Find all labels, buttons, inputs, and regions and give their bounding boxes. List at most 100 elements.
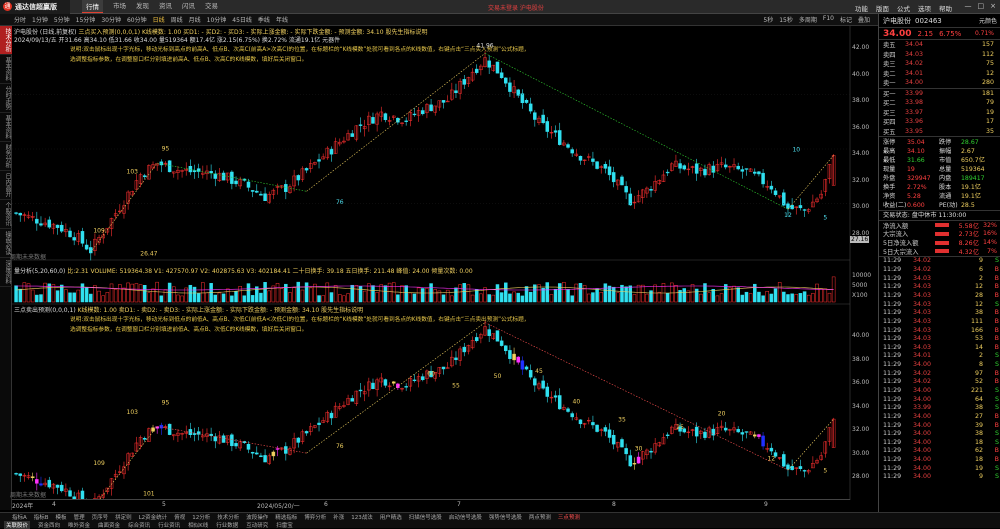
candle-body [246,181,251,188]
stat-label: 最低 [883,157,896,164]
chart-tool-3[interactable]: F10 [823,15,834,24]
bottom-tab-18[interactable]: 强势信号选股 [489,513,522,521]
candle-body [358,389,363,392]
order-row[interactable]: 卖三 34.02 75 [879,59,1000,69]
timeframe-4[interactable]: 30分钟 [101,15,121,24]
bottom-tab-7[interactable]: 俯视 [174,513,185,521]
bottom-tab-19[interactable]: 两点预测 [529,513,551,521]
candle-body [317,422,321,425]
menu-item-discover[interactable]: 发现 [136,0,149,13]
timeframe-11[interactable]: 季线 [258,15,270,24]
minimize-icon[interactable]: — [965,2,972,10]
volume-bar [574,283,579,303]
volume-bar [524,286,529,303]
left-tab-1[interactable]: 基本资料 [0,55,12,84]
bottom-tab-14[interactable]: 123战法 [351,513,373,521]
close-icon[interactable]: × [990,2,996,10]
timeframe-0[interactable]: 分时 [14,15,26,24]
menu-item-market[interactable]: 市场 [113,0,126,13]
left-tab-2[interactable]: 分时走势 [0,84,12,113]
menu-function[interactable]: 功能 [855,3,868,13]
volume-bar [176,294,180,303]
chart-tool-1[interactable]: 15秒 [779,15,793,24]
maximize-icon[interactable]: □ [978,2,985,10]
menu-item-news[interactable]: 资讯 [159,0,172,13]
timeframe-6[interactable]: 日线 [153,15,165,24]
bottom-tab-3[interactable]: 管理 [74,513,85,521]
volume-bar [371,285,375,303]
timeframe-8[interactable]: 月线 [189,15,201,24]
timeframe-7[interactable]: 周线 [171,15,183,24]
bottom-tab-0[interactable]: 指标A [12,513,27,521]
bottom-tab-13[interactable]: 补涨 [333,513,344,521]
chart-tool-4[interactable]: 标记 [840,15,852,24]
bottom-tab-5[interactable]: 拼定则 [115,513,132,521]
menu-formula[interactable]: 公式 [897,3,910,13]
left-tab-3[interactable]: 基本资料 [0,113,12,142]
order-row[interactable]: 卖五 34.04 157 [879,40,1000,50]
menu-layout[interactable]: 版面 [876,3,889,13]
lower-indicator-line[interactable]: K线模数: 1.00 卖D1: - 卖D2: - 卖D3: - 实际上涨金额: … [78,307,363,314]
menu-options[interactable]: 选项 [918,3,931,13]
candle-body [520,360,525,370]
tick-volume: 221 [970,386,983,394]
bottom-tab-12[interactable]: 博弈分析 [304,513,326,521]
order-row[interactable]: 买一 33.99 181 [879,89,1000,99]
chart-tool-5[interactable]: 叠加 [858,15,870,24]
timeframe-9[interactable]: 10分钟 [207,15,227,24]
bottom-tab-8[interactable]: 12分析 [192,513,210,521]
tick-row: 11:29 34.03 14 B [879,343,1000,352]
left-tab-5[interactable]: 日内高开 [0,171,12,200]
menu-help[interactable]: 帮助 [939,3,952,13]
bottom-tab-11[interactable]: 精选指标 [275,513,297,521]
timeframe-1[interactable]: 1分钟 [32,15,48,24]
candle-body [499,340,504,346]
time-tick: 2024/05/20/一 [257,503,300,510]
menu-item-flash[interactable]: 闪讯 [182,0,195,13]
volume-bar [238,286,242,303]
order-row[interactable]: 卖一 34.00 280 [879,78,1000,88]
timeframe-2[interactable]: 5分钟 [54,15,70,24]
bottom-tab-10[interactable]: 波段操作 [246,513,268,521]
menu-item-quotes[interactable]: 行情 [82,0,103,13]
order-row[interactable]: 买四 33.96 17 [879,117,1000,127]
chart-tool-0[interactable]: 5秒 [763,15,773,24]
bottom-tab-16[interactable]: 扫描信号选股 [409,513,442,521]
bottom-tab-9[interactable]: 技术分析 [217,513,239,521]
timeframe-5[interactable]: 60分钟 [127,15,147,24]
left-tab-0[interactable]: 技术分析 [0,26,12,55]
order-row[interactable]: 买二 33.98 79 [879,98,1000,108]
chart-area[interactable]: 41.96 95 103 109 26.47 76 12 5 10 95 103 109 101 76 60… [12,26,878,500]
order-row[interactable]: 买三 33.97 19 [879,108,1000,118]
volume-bar [445,289,450,303]
timeframe-10[interactable]: 45日线 [232,15,252,24]
volume-bar [387,282,392,303]
bottom-tab-15[interactable]: 用户精选 [380,513,402,521]
order-row[interactable]: 卖二 34.01 12 [879,69,1000,79]
volume-bar [26,283,31,303]
chart-tool-2[interactable]: 多周期 [799,15,817,24]
volume-bar [541,287,545,303]
timeframe-12[interactable]: 年线 [276,15,288,24]
bottom-tab-17[interactable]: 启动信号选股 [449,513,482,521]
bottom-tab-20[interactable]: 三点预测 [558,513,580,521]
bottom-tab-4[interactable]: 页序号 [92,513,109,521]
tick-time: 11:29 [883,395,902,403]
bottom-tab-2[interactable]: 模板 [56,513,67,521]
left-tab-8[interactable]: 深度资料 [0,258,12,287]
left-tab-6[interactable]: 个股资讯 [0,200,12,229]
timeframe-3[interactable]: 15分钟 [76,15,96,24]
candle-body [790,204,794,210]
left-tab-4[interactable]: 财务分析 [0,142,12,171]
candle-body [802,209,807,211]
bottom-tab-6[interactable]: L2资金统计 [139,513,168,521]
login-status[interactable]: 交易未登录 沪电股份 [488,3,544,12]
menu-item-trade[interactable]: 交易 [205,0,218,13]
order-row[interactable]: 卖四 34.03 112 [879,50,1000,60]
tick-list[interactable]: 11:29 34.02 9 S 11:29 34.02 6 B 11:29 34.03 2 B 11:2… [879,257,1000,482]
order-row[interactable]: 买五 33.95 35 [879,127,1000,137]
bottom-tab-1[interactable]: 指标B [34,513,49,521]
color-setting[interactable]: 元颜色 [979,16,1000,25]
volume-bar [678,290,682,303]
volume-bar [711,288,716,303]
